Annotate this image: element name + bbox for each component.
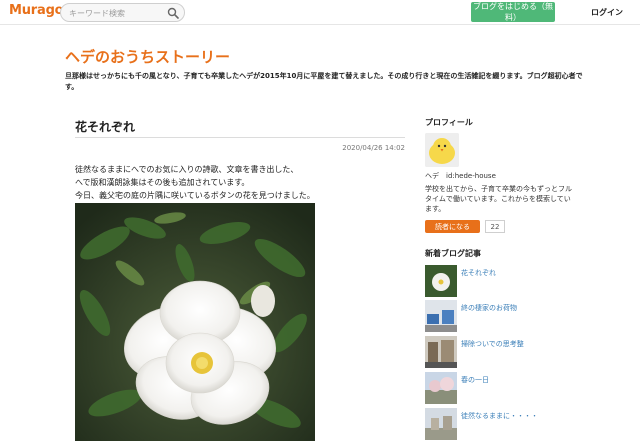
recent-post-thumbnail[interactable] — [425, 336, 457, 368]
search-icon[interactable] — [167, 7, 179, 19]
profile-text: 学校を出てから、子育て卒業の今もずっとフルタイムで働いています。これからを模索し… — [425, 185, 572, 213]
recent-post-title[interactable]: 終の棲家のお荷物 — [461, 303, 517, 313]
top-bar: Muragon ブログをはじめる（無料） ログイン — [0, 0, 640, 25]
recent-post-title[interactable]: 掃除ついでの思考整 — [461, 339, 524, 349]
recent-post-title[interactable]: 花それぞれ — [461, 268, 496, 278]
post-title-divider — [75, 137, 405, 138]
reader-label: 読者になる — [435, 222, 470, 231]
recent-post-thumbnail[interactable] — [425, 265, 457, 297]
post-line: 今日、義父宅の庭の片隅に咲いているボタンの花を見つけました。 — [75, 191, 315, 200]
search-box[interactable] — [60, 3, 185, 22]
login-link[interactable]: ログイン — [591, 7, 623, 18]
recent-post-title[interactable]: 春の一日 — [461, 375, 489, 385]
recent-post-item[interactable]: 春の一日 — [425, 372, 605, 404]
post-line: 徒然なるままにへでのお気に入りの詩歌、文章を書き出した、 — [75, 165, 299, 174]
recent-post-thumbnail[interactable] — [425, 408, 457, 440]
recent-posts-heading: 新着ブログ記事 — [425, 249, 481, 258]
blog-title[interactable]: ヘデのおうちストーリー — [65, 46, 230, 67]
post-date: 2020/04/26 14:02 — [342, 144, 405, 152]
chick-icon — [425, 133, 459, 167]
recent-post-title[interactable]: 徒然なるままに・・・・ — [461, 411, 538, 421]
post-body: 徒然なるままにへでのお気に入りの詩歌、文章を書き出した、 へで版和漢朗詠集はその… — [75, 163, 405, 202]
recent-post-thumbnail[interactable] — [425, 372, 457, 404]
recent-post-thumbnail[interactable] — [425, 300, 457, 332]
blog-description: 旦那様はせっかちにも千の風となり、子育ても卒業したヘデが2015年10月に平屋を… — [65, 72, 583, 91]
avatar[interactable] — [425, 133, 459, 167]
post-line: へで版和漢朗詠集はその後も追加されています。 — [75, 178, 250, 187]
recent-post-item[interactable]: 徒然なるままに・・・・ — [425, 408, 605, 440]
become-reader-button[interactable]: 読者になる — [425, 220, 480, 233]
recent-post-item[interactable]: 掃除ついでの思考整 — [425, 336, 605, 368]
reader-count: 22 — [485, 220, 505, 233]
profile-heading: プロフィール — [425, 118, 473, 127]
profile-name[interactable]: ヘデ id:hede-house — [425, 171, 496, 181]
recent-post-item[interactable]: 終の棲家のお荷物 — [425, 300, 605, 332]
post-title[interactable]: 花それぞれ — [75, 118, 135, 135]
peony-photo[interactable] — [75, 203, 315, 441]
search-input[interactable] — [69, 6, 169, 20]
start-blog-button[interactable]: ブログをはじめる（無料） — [471, 2, 555, 22]
peony-flower-image — [75, 203, 315, 441]
recent-post-item[interactable]: 花それぞれ — [425, 265, 605, 297]
